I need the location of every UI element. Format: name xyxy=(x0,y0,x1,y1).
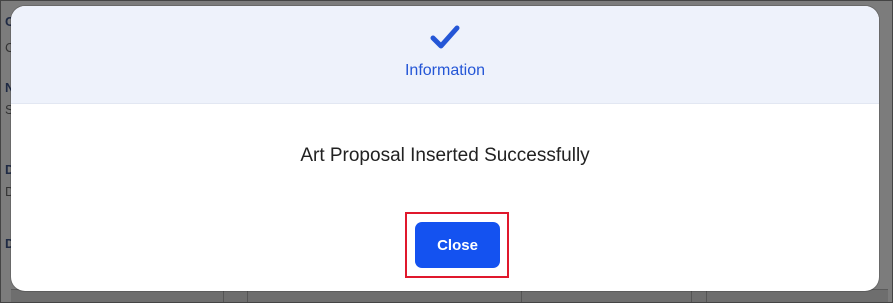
bg-cell-divider xyxy=(691,290,692,302)
bg-cell-divider xyxy=(521,290,522,302)
dialog-message: Art Proposal Inserted Successfully xyxy=(300,145,590,166)
bg-cell-divider xyxy=(706,290,707,302)
dialog-header: Information xyxy=(11,6,879,104)
bg-cell-divider xyxy=(223,290,224,302)
check-icon xyxy=(430,25,460,49)
information-dialog: Information Art Proposal Inserted Succes… xyxy=(11,6,879,291)
close-button[interactable]: Close xyxy=(415,222,500,268)
bg-cell-divider xyxy=(247,290,248,302)
dialog-title: Information xyxy=(404,62,486,79)
